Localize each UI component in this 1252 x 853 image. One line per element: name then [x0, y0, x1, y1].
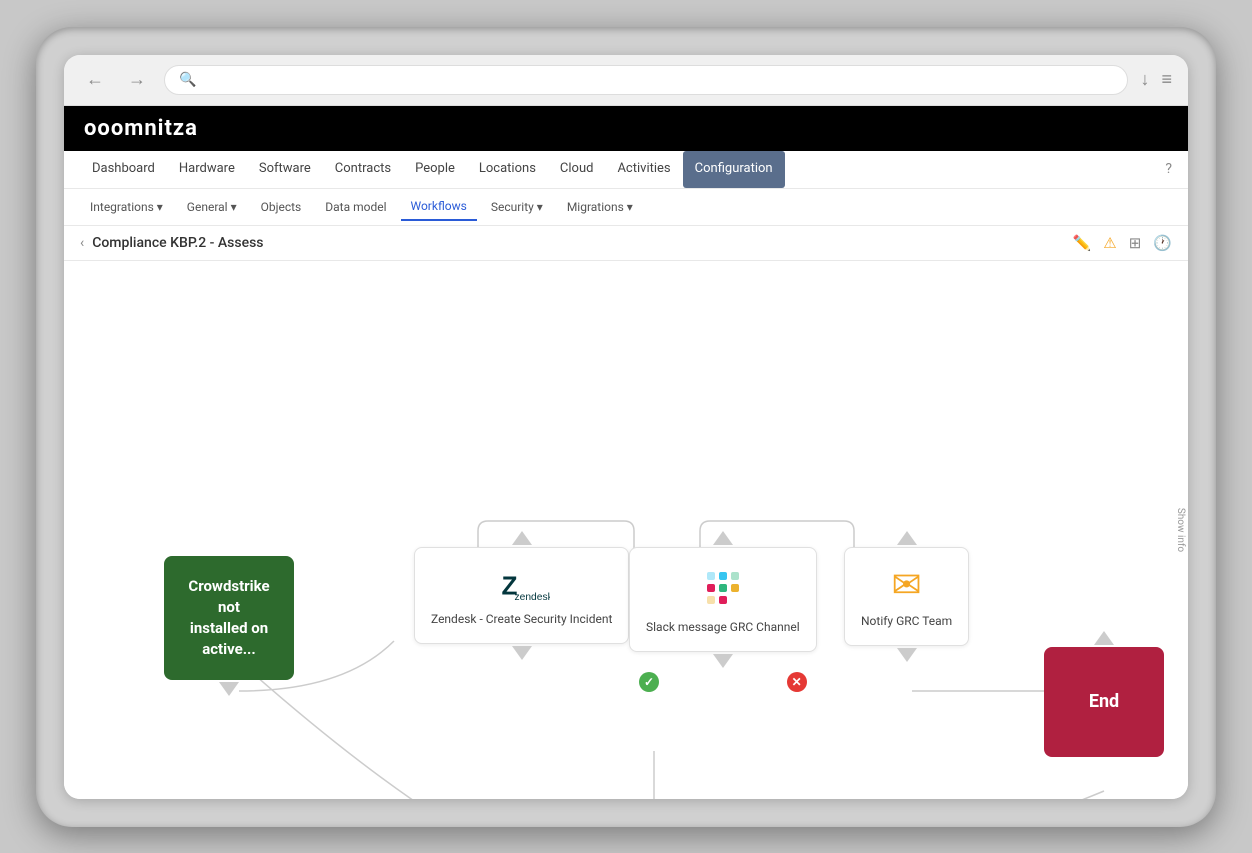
node-slack1[interactable]: Slack message GRC Channel ✓ ✕	[629, 531, 817, 685]
logo: ooomnitza	[84, 116, 198, 141]
search-icon: 🔍	[179, 72, 196, 88]
nav-hardware[interactable]: Hardware	[167, 151, 247, 188]
slack1-connector-bottom	[713, 654, 733, 668]
node-end[interactable]: End	[1044, 631, 1164, 757]
workflow-canvas: Crowdstrike not installed on active... Z…	[64, 261, 1188, 799]
browser-chrome: ← → 🔍 ↓ ≡	[64, 55, 1188, 106]
browser-content: ooomnitza Dashboard Hardware Software Co…	[64, 106, 1188, 799]
breadcrumb-back-button[interactable]: ‹	[80, 235, 84, 251]
slack1-status-err: ✕	[787, 672, 807, 692]
nav-activities[interactable]: Activities	[605, 151, 682, 188]
end-box: End	[1044, 647, 1164, 757]
nav-contracts[interactable]: Contracts	[323, 151, 403, 188]
slack1-label: Slack message GRC Channel	[646, 620, 800, 636]
nav-menu: Dashboard Hardware Software Contracts Pe…	[64, 151, 1188, 189]
nav-dashboard[interactable]: Dashboard	[80, 151, 167, 188]
notify1-box: ✉ Notify GRC Team	[844, 547, 969, 647]
start-connector-bottom	[219, 682, 239, 696]
start-node[interactable]: Crowdstrike not installed on active...	[164, 556, 294, 696]
subnav-general[interactable]: General ▾	[177, 194, 247, 220]
zendesk1-label: Zendesk - Create Security Incident	[431, 612, 612, 628]
warning-icon[interactable]: ⚠	[1103, 234, 1116, 252]
nav-locations[interactable]: Locations	[467, 151, 548, 188]
history-icon[interactable]: 🕐	[1153, 234, 1172, 252]
browser-window: ← → 🔍 ↓ ≡ ooomnitza Dashboard Hardwa	[64, 55, 1188, 799]
notify1-connector-bottom	[897, 648, 917, 662]
breadcrumb-bar: ‹ Compliance KBP.2 - Assess ✏️ ⚠ ⊞ 🕐	[64, 226, 1188, 261]
node-zendesk1[interactable]: Z zendesk Zendesk - Create Security Inci…	[414, 531, 629, 661]
breadcrumb-title: Compliance KBP.2 - Assess	[92, 235, 263, 251]
nav-configuration[interactable]: Configuration	[683, 151, 785, 188]
notify1-icon: ✉	[892, 564, 922, 606]
start-node-box: Crowdstrike not installed on active...	[164, 556, 294, 680]
slack1-connector-top	[713, 531, 733, 545]
menu-icon[interactable]: ≡	[1161, 69, 1172, 90]
subnav-migrations[interactable]: Migrations ▾	[557, 194, 643, 220]
back-button[interactable]: ←	[80, 65, 110, 94]
notify1-label: Notify GRC Team	[861, 614, 952, 630]
layout-icon[interactable]: ⊞	[1129, 234, 1142, 252]
notify1-connector-top	[897, 531, 917, 545]
browser-actions: ↓ ≡	[1140, 69, 1172, 90]
subnav-integrations[interactable]: Integrations ▾	[80, 194, 173, 220]
show-info[interactable]: Show info	[1175, 507, 1186, 551]
breadcrumb-actions: ✏️ ⚠ ⊞ 🕐	[1073, 234, 1172, 252]
nav-people[interactable]: People	[403, 151, 467, 188]
svg-text:zendesk: zendesk	[514, 591, 549, 602]
download-icon[interactable]: ↓	[1140, 69, 1149, 90]
subnav-workflows[interactable]: Workflows	[401, 193, 477, 221]
end-connector-top	[1094, 631, 1114, 645]
help-icon[interactable]: ?	[1165, 161, 1172, 177]
subnav-data-model[interactable]: Data model	[315, 194, 396, 220]
subnav-objects[interactable]: Objects	[251, 194, 312, 220]
slack-svg	[699, 564, 747, 612]
slack1-logo	[699, 564, 747, 612]
nav-cloud[interactable]: Cloud	[548, 151, 606, 188]
zendesk1-logo: Z zendesk	[494, 564, 550, 604]
device-frame: ← → 🔍 ↓ ≡ ooomnitza Dashboard Hardwa	[36, 27, 1216, 827]
zendesk1-box: Z zendesk Zendesk - Create Security Inci…	[414, 547, 629, 645]
address-bar: 🔍	[164, 65, 1128, 95]
slack1-box: Slack message GRC Channel	[629, 547, 817, 653]
top-bar: ooomnitza	[64, 106, 1188, 151]
slack1-status-ok: ✓	[639, 672, 659, 692]
zendesk1-connector-top	[512, 531, 532, 545]
forward-button[interactable]: →	[122, 65, 152, 94]
subnav-security[interactable]: Security ▾	[481, 194, 553, 220]
node-notify1[interactable]: ✉ Notify GRC Team	[844, 531, 969, 663]
nav-software[interactable]: Software	[247, 151, 323, 188]
sub-nav: Integrations ▾ General ▾ Objects Data mo…	[64, 189, 1188, 226]
start-node-label: Crowdstrike not installed on active...	[188, 576, 270, 660]
search-input[interactable]	[204, 72, 1113, 87]
zendesk1-connector-bottom	[512, 646, 532, 660]
workflow-connectors	[64, 261, 1188, 799]
edit-icon[interactable]: ✏️	[1073, 234, 1092, 252]
end-label: End	[1089, 691, 1119, 712]
